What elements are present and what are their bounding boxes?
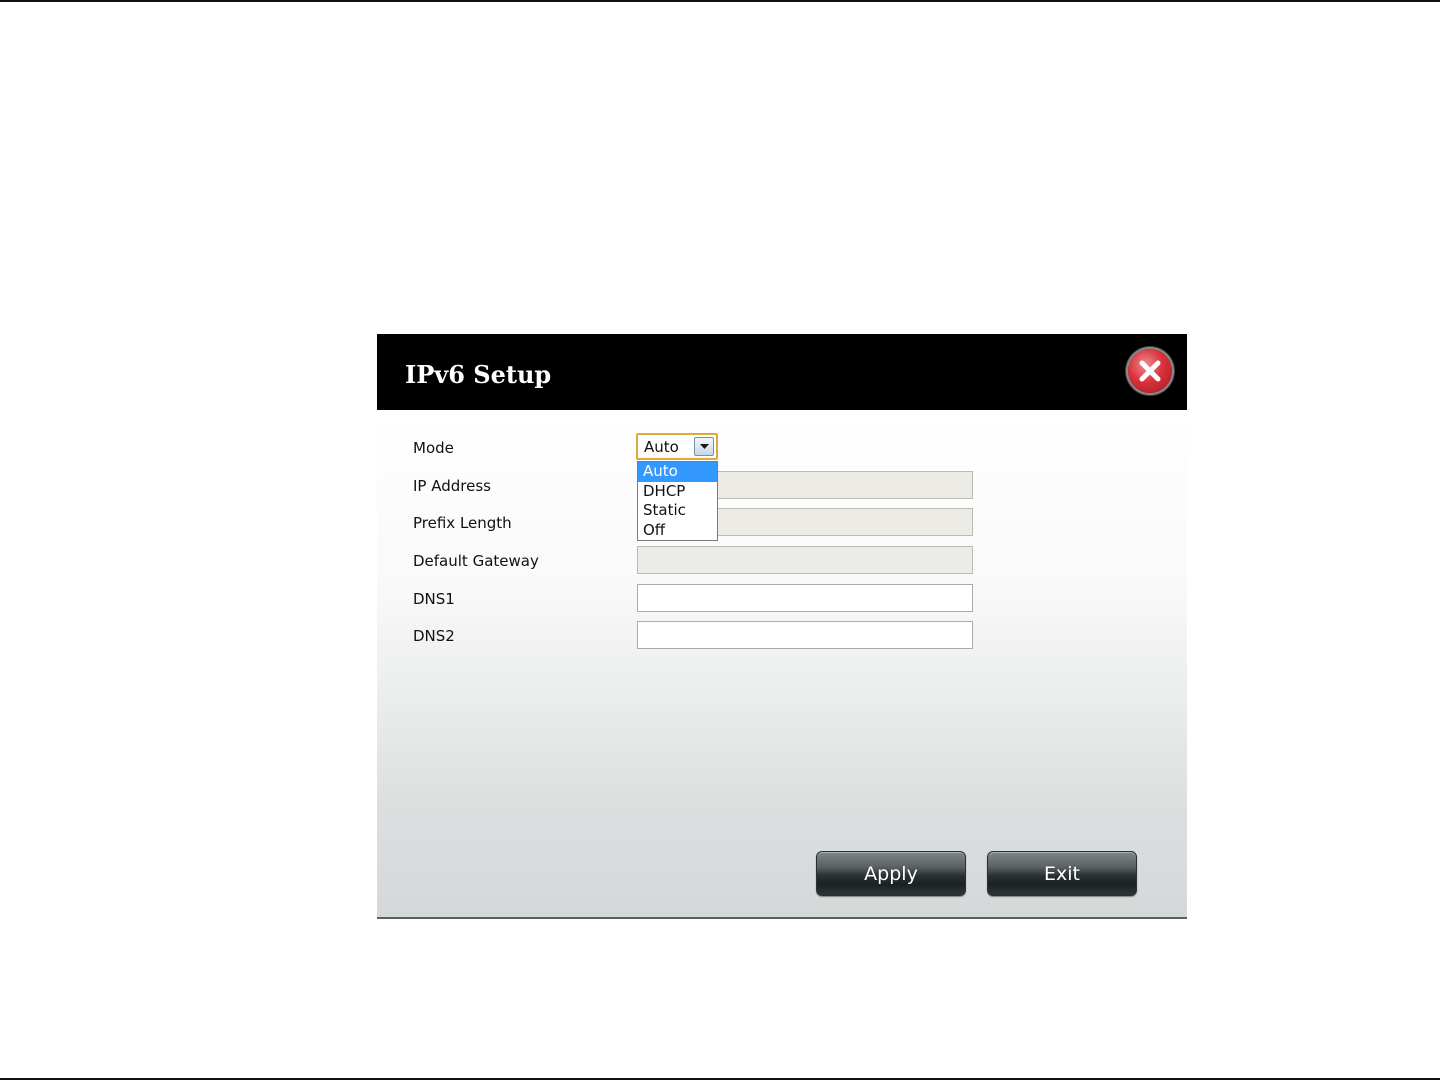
dns2-field[interactable] [637,621,973,649]
mode-option-auto[interactable]: Auto [638,462,717,482]
default-gateway-label: Default Gateway [413,552,539,570]
mode-dropdown-list: Auto DHCP Static Off [637,461,718,541]
dns1-label: DNS1 [413,590,455,608]
ipv6-setup-dialog: IPv6 Setup Mode Auto Auto DHCP Static Of… [377,334,1187,919]
mode-select-value: Auto [644,438,679,456]
close-button[interactable] [1128,349,1172,393]
dns2-label: DNS2 [413,627,455,645]
dialog-title: IPv6 Setup [405,360,552,389]
close-x-icon [1139,360,1161,382]
default-gateway-field[interactable] [637,546,973,574]
mode-select[interactable]: Auto [636,433,718,460]
dropdown-arrow-button[interactable] [694,437,714,456]
page-bottom-rule [0,1078,1440,1080]
page-top-rule [0,0,1440,2]
dialog-header: IPv6 Setup [377,334,1187,410]
chevron-down-icon [700,444,709,449]
mode-option-off[interactable]: Off [638,521,717,541]
ip-address-label: IP Address [413,477,491,495]
mode-label: Mode [413,439,454,457]
dns1-field[interactable] [637,584,973,612]
apply-button[interactable]: Apply [816,851,966,896]
prefix-length-label: Prefix Length [413,514,512,532]
mode-option-dhcp[interactable]: DHCP [638,482,717,502]
exit-button[interactable]: Exit [987,851,1137,896]
mode-option-static[interactable]: Static [638,501,717,521]
